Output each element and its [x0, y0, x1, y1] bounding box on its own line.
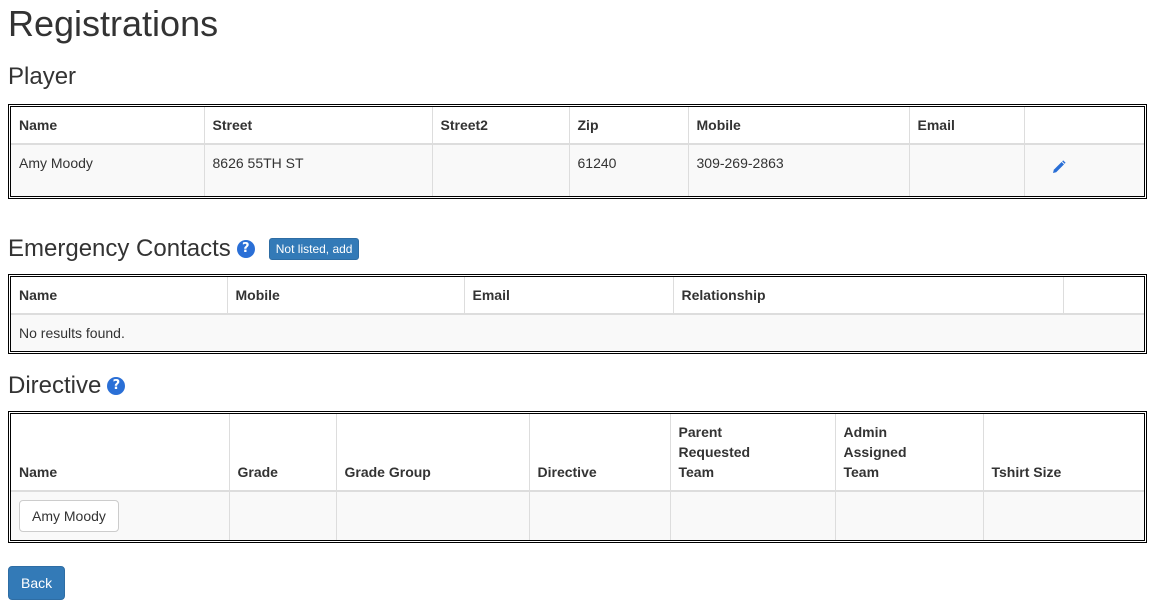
cell-name: Amy Moody — [11, 143, 205, 196]
cell-tshirt-size — [982, 490, 1144, 540]
directive-title-text: Directive — [8, 372, 102, 399]
table-row: No results found. — [11, 313, 1144, 351]
col-header-grade-group: Grade Group — [335, 414, 530, 492]
emergency-contacts-table: Name Mobile Email Relationship No result… — [8, 274, 1147, 354]
col-header-email: Email — [908, 107, 1025, 145]
col-header-street2: Street2 — [431, 107, 570, 145]
col-header-actions — [1023, 107, 1144, 145]
cell-street2 — [431, 143, 570, 196]
not-listed-add-button[interactable]: Not listed, add — [268, 238, 360, 260]
table-row: Amy Moody — [11, 490, 1144, 540]
col-header-directive: Directive — [528, 414, 671, 492]
cell-mobile: 309-269-2863 — [687, 143, 910, 196]
col-header-grade: Grade — [228, 414, 337, 492]
col-header-name: Name — [11, 107, 205, 145]
emergency-header-row: Name Mobile Email Relationship — [11, 277, 1144, 315]
page-title: Registrations — [8, 3, 219, 44]
cell-directive — [528, 490, 671, 540]
col-header-zip: Zip — [568, 107, 689, 145]
col-header-tshirt-size: Tshirt Size — [982, 414, 1144, 492]
table-row: Amy Moody 8626 55TH ST 61240 309-269-286… — [11, 143, 1144, 196]
col-header-actions — [1062, 277, 1144, 315]
cell-actions — [1023, 143, 1144, 196]
question-circle-icon[interactable]: ? — [107, 377, 126, 395]
cell-parent-requested-team — [669, 490, 836, 540]
cell-street: 8626 55TH ST — [203, 143, 433, 196]
pencil-icon[interactable] — [1051, 159, 1067, 175]
player-name-button[interactable]: Amy Moody — [19, 500, 119, 532]
cell-grade — [228, 490, 337, 540]
directive-header-row: Name Grade Grade Group Directive Parent … — [11, 414, 1144, 492]
player-section-title: Player — [8, 63, 76, 91]
cell-name: Amy Moody — [11, 490, 230, 540]
cell-admin-assigned-team — [834, 490, 984, 540]
back-button[interactable]: Back — [8, 566, 66, 600]
emergency-contacts-title-text: Emergency Contacts — [8, 235, 231, 262]
col-header-relationship: Relationship — [672, 277, 1064, 315]
player-header-row: Name Street Street2 Zip Mobile Email — [11, 107, 1144, 145]
col-header-mobile: Mobile — [226, 277, 465, 315]
cell-email — [908, 143, 1025, 196]
col-header-street: Street — [203, 107, 433, 145]
col-header-admin-assigned-team: Admin Assigned Team — [834, 414, 984, 492]
question-circle-icon[interactable]: ? — [236, 240, 255, 258]
cell-zip: 61240 — [568, 143, 689, 196]
col-header-mobile: Mobile — [687, 107, 910, 145]
cell-grade-group — [335, 490, 530, 540]
col-header-name: Name — [11, 277, 228, 315]
directive-table: Name Grade Grade Group Directive Parent … — [8, 411, 1147, 543]
player-table: Name Street Street2 Zip Mobile Email Amy… — [8, 104, 1147, 199]
col-header-name: Name — [11, 414, 230, 492]
empty-results-text: No results found. — [11, 313, 1144, 351]
emergency-contacts-section-title: Emergency Contacts ? Not listed, add — [8, 235, 360, 263]
player-title-text: Player — [8, 63, 77, 90]
col-header-email: Email — [463, 277, 674, 315]
col-header-parent-requested-team: Parent Requested Team — [669, 414, 836, 492]
directive-section-title: Directive ? — [8, 372, 126, 400]
